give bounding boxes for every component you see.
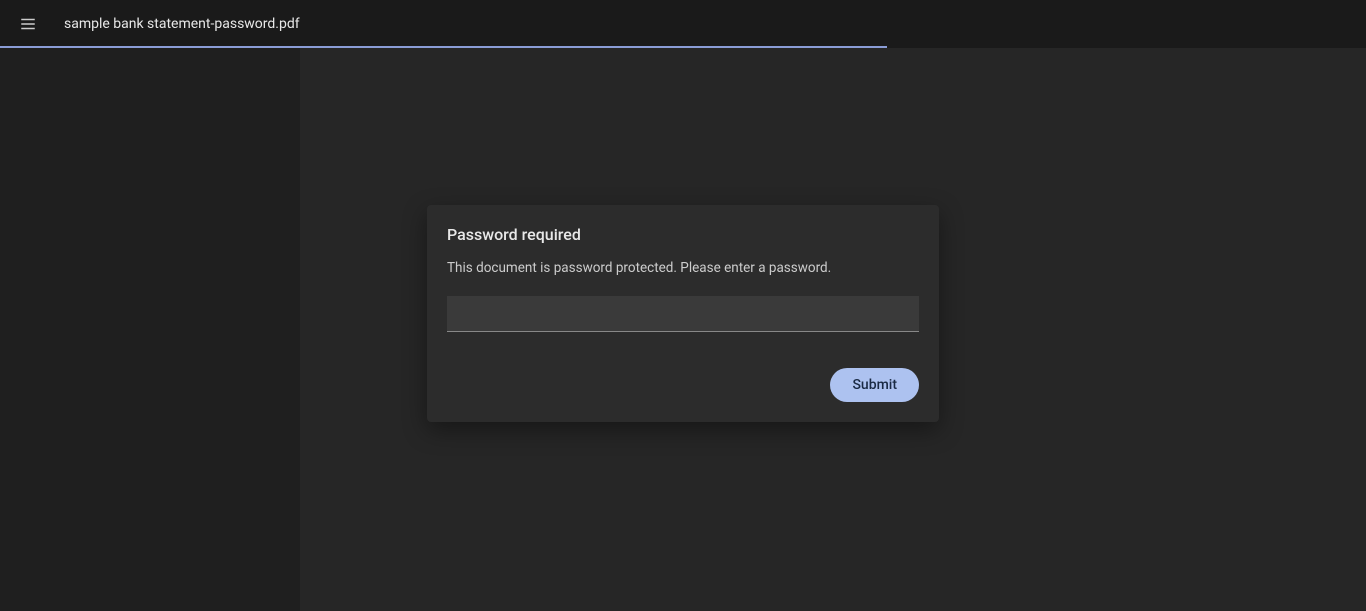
dialog-actions: Submit: [447, 368, 919, 402]
menu-icon[interactable]: [16, 12, 40, 36]
document-filename: sample bank statement-password.pdf: [64, 16, 300, 32]
password-dialog: Password required This document is passw…: [427, 205, 939, 422]
app-header: sample bank statement-password.pdf: [0, 0, 1366, 48]
content-area: Password required This document is passw…: [0, 48, 1366, 611]
document-viewer: Password required This document is passw…: [300, 48, 1366, 611]
thumbnail-sidebar: [0, 48, 300, 611]
submit-button[interactable]: Submit: [830, 368, 919, 402]
dialog-message: This document is password protected. Ple…: [447, 260, 919, 276]
password-input[interactable]: [447, 296, 919, 332]
dialog-title: Password required: [447, 225, 919, 244]
